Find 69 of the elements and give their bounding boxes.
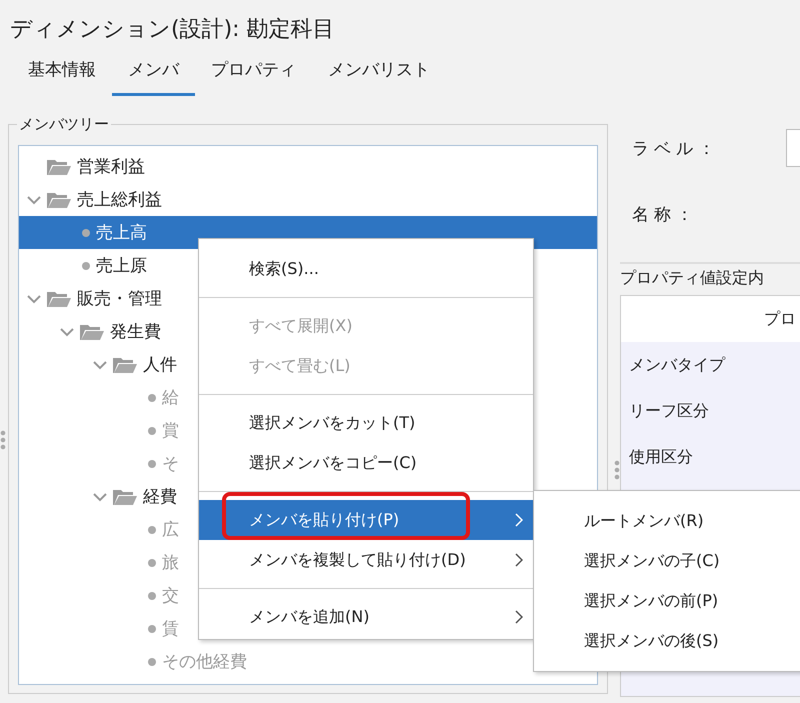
bullet-icon: [148, 558, 156, 566]
section-title: プロパティ値設定内: [620, 262, 800, 289]
menu-item[interactable]: 選択メンバの後(S): [534, 621, 800, 661]
bullet-icon: [148, 426, 156, 434]
folder-icon: [113, 356, 137, 372]
tab[interactable]: メンバリスト: [312, 56, 446, 96]
tree-item[interactable]: 人件: [19, 348, 177, 381]
menu-item[interactable]: 選択メンバの前(P): [534, 581, 800, 621]
chevron-icon[interactable]: [93, 492, 107, 502]
tree-label: 営業利益: [77, 156, 145, 178]
tree-label: 広: [162, 519, 179, 541]
folder-icon: [47, 192, 71, 208]
tree-item[interactable]: 売上原: [19, 249, 147, 282]
bullet-icon: [148, 624, 156, 632]
field-label: ラベル：: [631, 138, 721, 160]
table-cell: メンバタイプ: [629, 354, 725, 376]
bullet-icon: [148, 526, 156, 534]
table-cell: リーフ区分: [629, 400, 709, 422]
tree-label: 経費: [143, 486, 177, 508]
tree-label: 売上原: [96, 255, 147, 277]
menu-item[interactable]: 選択メンバをカット(T): [199, 403, 533, 443]
bullet-icon: [148, 592, 156, 600]
menu-item[interactable]: 選択メンバの子(C): [534, 541, 800, 581]
menu-item[interactable]: メンバを貼り付け(P): [199, 500, 533, 540]
folder-icon: [113, 488, 137, 504]
tree-label: 売上高: [96, 222, 147, 244]
tree-label: 売上総利益: [77, 189, 162, 211]
field-label: 名称：: [631, 204, 699, 226]
tree-label: その他経費: [162, 651, 247, 673]
tree-label: 賃: [162, 618, 179, 640]
chevron-icon[interactable]: [27, 294, 41, 304]
chevron-icon[interactable]: [93, 360, 107, 370]
tree-item[interactable]: 売上総利益: [19, 183, 162, 216]
tree-item[interactable]: 販売・管理: [19, 282, 162, 315]
tab[interactable]: プロパティ: [195, 56, 312, 96]
menu-item[interactable]: 選択メンバをコピー(C): [199, 443, 533, 483]
chevron-icon[interactable]: [27, 194, 41, 204]
menu-item[interactable]: 検索(S)...: [199, 249, 533, 289]
bullet-icon: [148, 394, 156, 402]
tree-label: 販売・管理: [77, 288, 162, 310]
bullet-icon: [148, 658, 156, 666]
tab[interactable]: 基本情報: [12, 56, 112, 96]
column-header: プロ: [764, 308, 796, 330]
tab[interactable]: メンバ: [112, 56, 195, 96]
menu-item[interactable]: メンバを追加(N): [199, 597, 533, 637]
bullet-icon: [82, 262, 90, 270]
window-title: ディメンション(設計): 勘定科目: [9, 16, 336, 44]
folder-icon: [47, 290, 71, 306]
tree-item[interactable]: 発生費: [19, 315, 161, 348]
tree-label: 交: [162, 585, 179, 607]
table-cell: 使用区分: [629, 446, 693, 468]
tree-label: 旅: [162, 552, 179, 574]
tree-label: 賞: [162, 420, 179, 442]
tree-label: 給: [162, 387, 179, 409]
tree-label: そ: [162, 453, 179, 475]
chevron-icon[interactable]: [60, 326, 74, 336]
folder-icon: [47, 158, 71, 174]
bullet-icon: [148, 460, 156, 468]
panel-legend: メンバツリー: [17, 115, 111, 134]
tree-item[interactable]: 営業利益: [19, 150, 145, 183]
tree-label: 人件: [143, 354, 177, 376]
tree-item[interactable]: 経費: [19, 480, 177, 513]
splitter-handle[interactable]: [614, 460, 620, 480]
menu-item[interactable]: メンバを複製して貼り付け(D): [199, 540, 533, 580]
splitter-handle[interactable]: [0, 430, 6, 450]
tree-label: 発生費: [110, 321, 161, 343]
folder-icon: [80, 324, 104, 340]
menu-item[interactable]: ルートメンバ(R): [534, 501, 800, 541]
bullet-icon: [82, 228, 90, 236]
